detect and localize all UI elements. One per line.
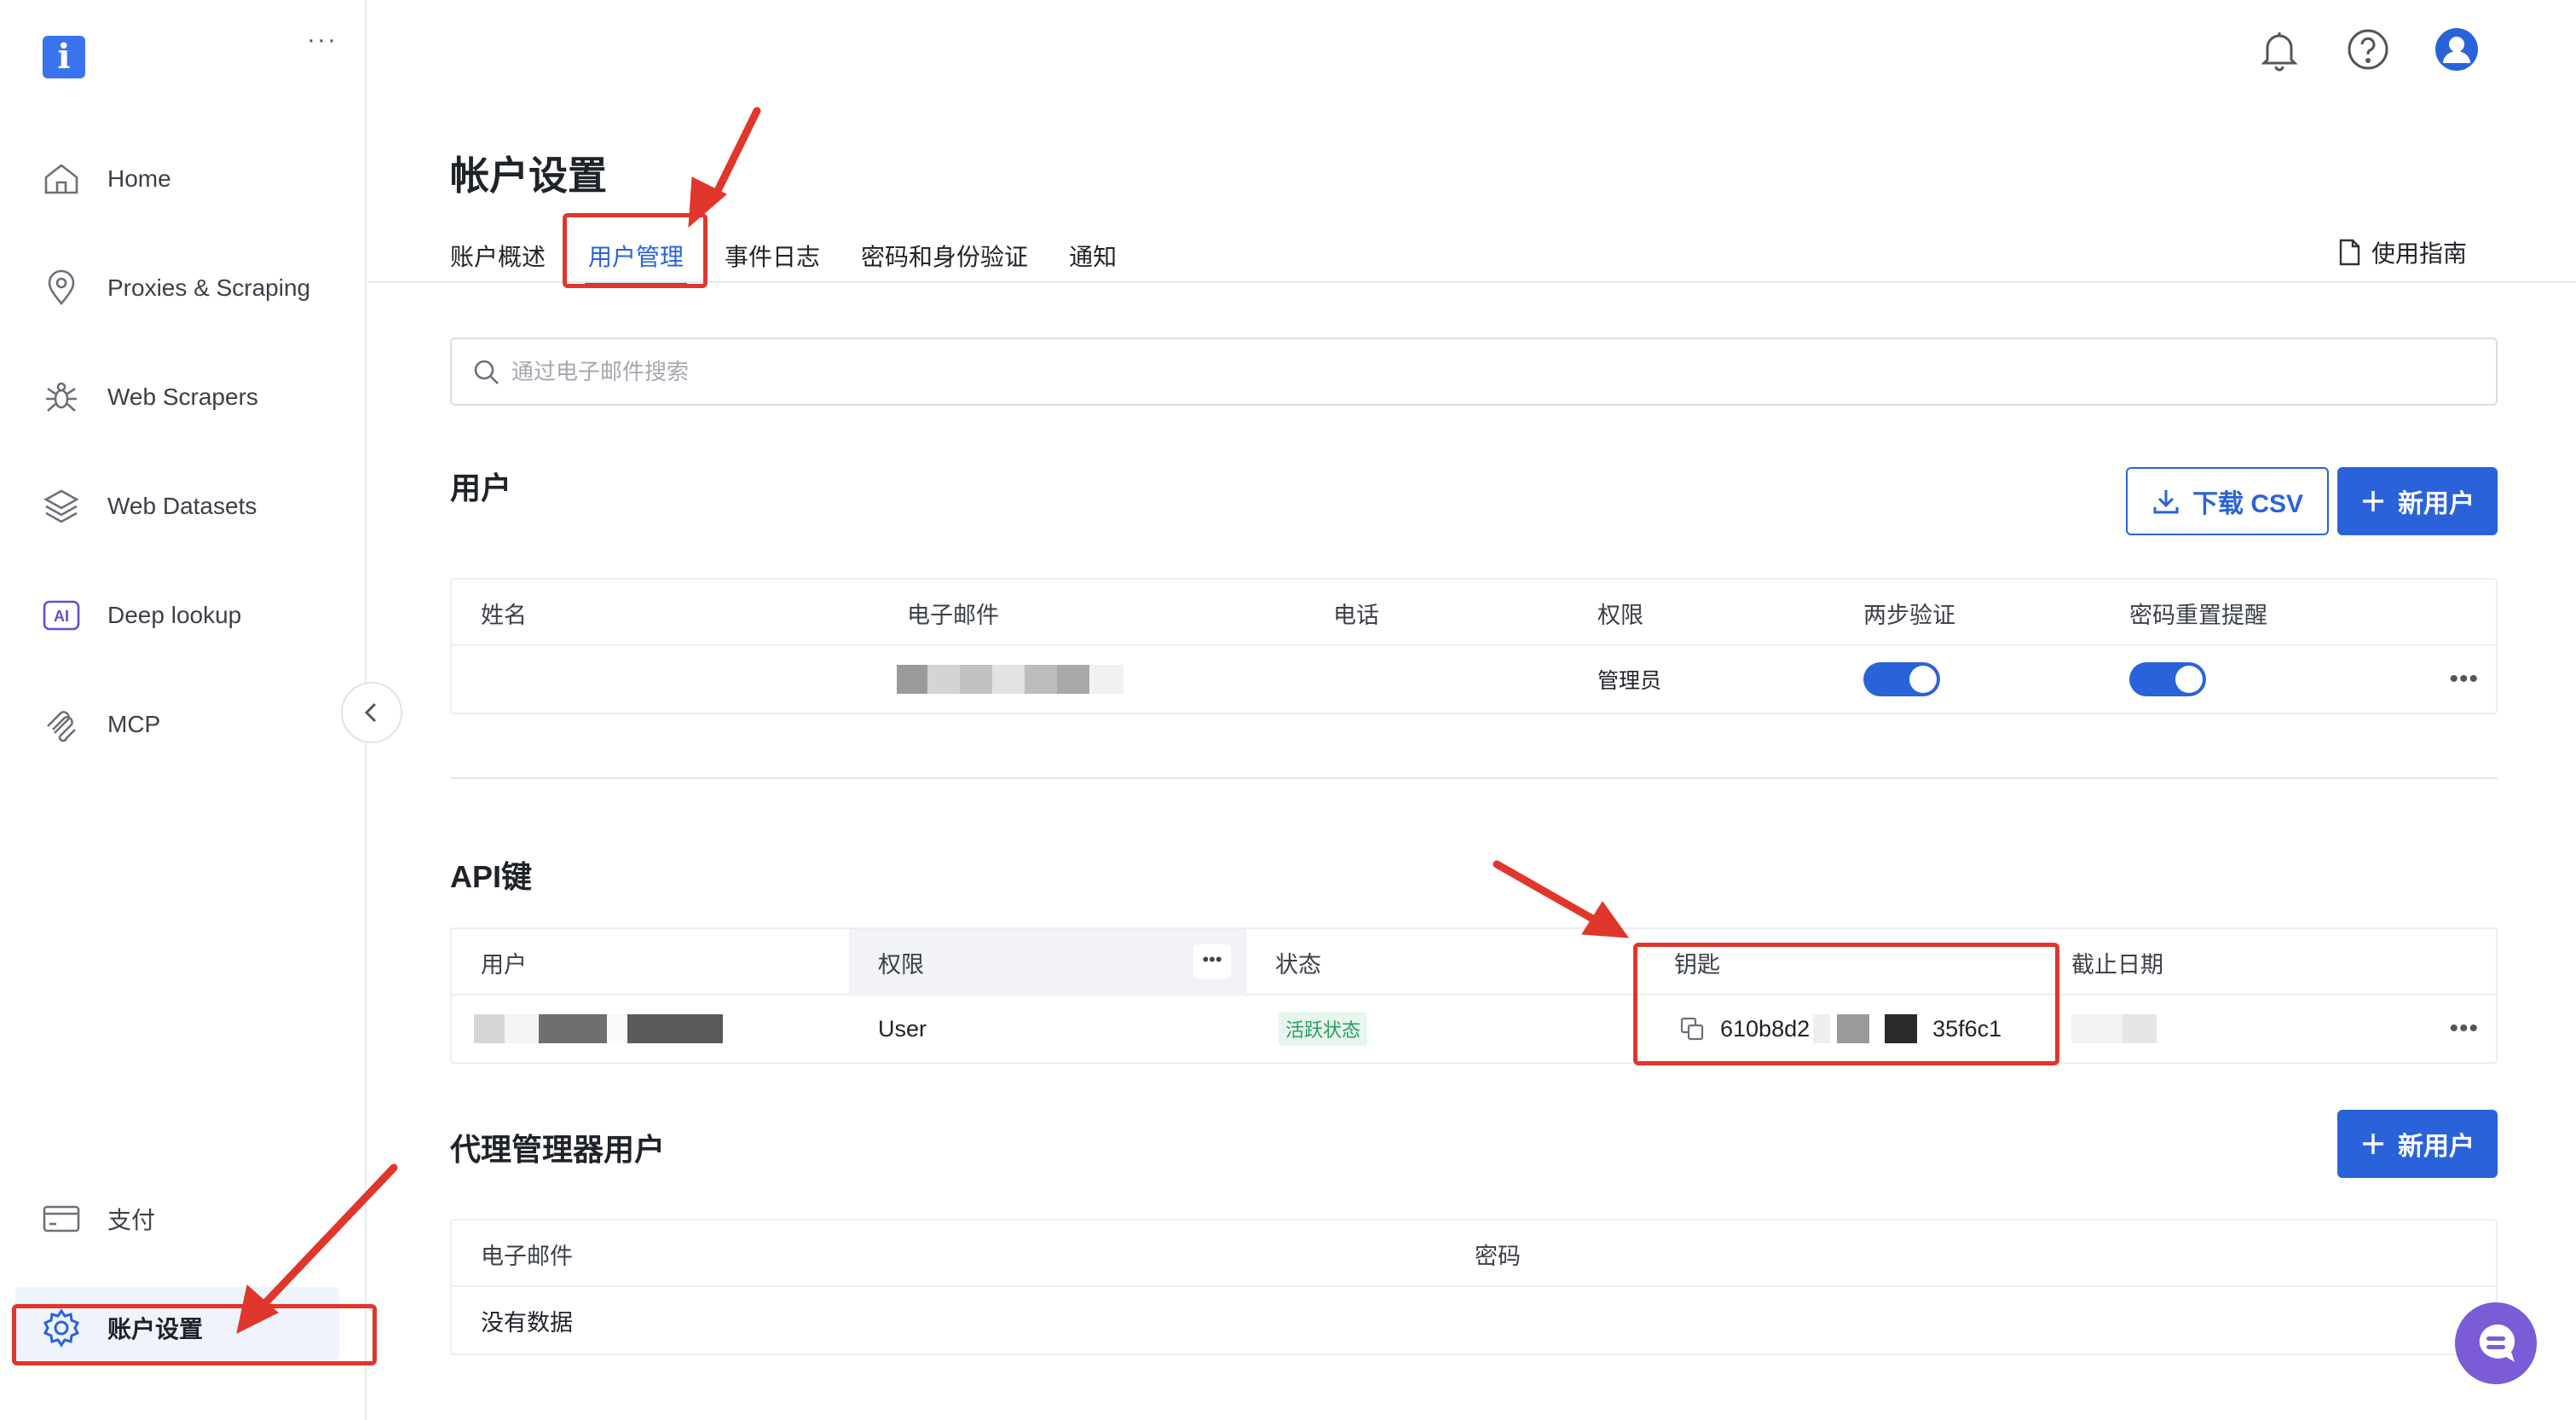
arrow-to-key <box>1493 860 1600 925</box>
collapse-sidebar-button[interactable] <box>341 682 402 743</box>
arrow-to-tab <box>708 107 761 205</box>
chevron-left-icon <box>364 702 377 723</box>
arrow-to-settings <box>260 1163 398 1308</box>
